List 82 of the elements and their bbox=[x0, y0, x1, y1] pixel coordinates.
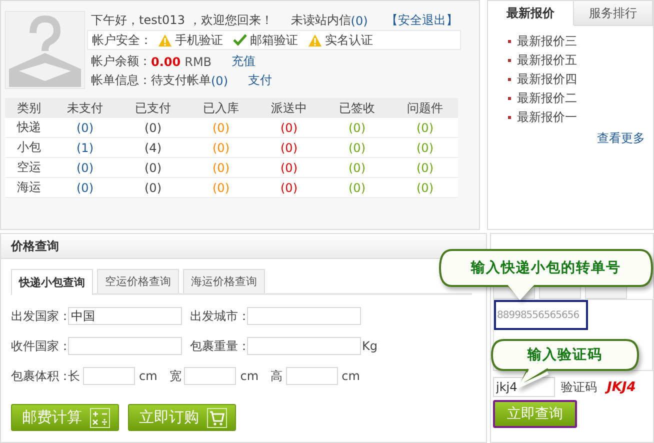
input-field[interactable] bbox=[286, 367, 338, 385]
news-link[interactable]: 最新报价四 bbox=[517, 71, 577, 88]
column-header: 派送中 bbox=[270, 100, 308, 116]
panel-title: 价格查询 bbox=[1, 234, 486, 259]
input-field[interactable] bbox=[184, 367, 236, 385]
unit-label: cm bbox=[342, 369, 360, 383]
avatar-placeholder-icon bbox=[5, 11, 85, 89]
input-field[interactable] bbox=[68, 337, 182, 355]
unit-label: cm bbox=[240, 369, 259, 383]
field-label: 出发国家： bbox=[11, 308, 68, 324]
bills-label: 帐单信息：待支付帐单 bbox=[91, 72, 211, 89]
calculator-icon bbox=[90, 408, 110, 428]
bullet-icon bbox=[508, 78, 511, 81]
news-link[interactable]: 最新报价三 bbox=[517, 33, 577, 50]
column-header: 已签收 bbox=[338, 100, 376, 116]
dimension-label: 高 bbox=[270, 368, 283, 384]
security-item: 实名认证 bbox=[325, 32, 373, 48]
captcha-field[interactable]: jkj4 bbox=[493, 377, 555, 397]
input-field[interactable] bbox=[247, 337, 361, 355]
pay-link[interactable]: 支付 bbox=[248, 72, 272, 89]
count-link[interactable]: (4) bbox=[119, 140, 187, 154]
balance-label: 帐户余额： bbox=[91, 53, 151, 70]
table-cell-text: 空运 bbox=[16, 159, 42, 176]
table-cell-text: 小包 bbox=[16, 139, 42, 156]
bullet-icon bbox=[508, 116, 511, 119]
input-field[interactable] bbox=[247, 307, 361, 325]
bullet-icon bbox=[508, 97, 511, 100]
greeting-text: 下午好，test013 ，欢迎您回来！ bbox=[91, 12, 273, 29]
table-cell-text: 快递 bbox=[16, 119, 42, 136]
field-label: 包裹体积： bbox=[11, 368, 68, 384]
count-link[interactable]: (0) bbox=[119, 180, 187, 194]
dimension-label: 宽 bbox=[169, 368, 182, 384]
bills-count-link[interactable]: (0) bbox=[211, 74, 228, 88]
unit-label: cm bbox=[139, 369, 158, 383]
count-link[interactable]: (0) bbox=[119, 120, 187, 134]
table-cell-text: 海运 bbox=[16, 179, 42, 196]
tooltip-text: 输入快递小包的转单号 bbox=[471, 259, 621, 277]
count-link[interactable]: (0) bbox=[255, 120, 323, 134]
count-link[interactable]: (0) bbox=[51, 180, 119, 194]
security-label: 帐户安全： bbox=[92, 32, 152, 48]
field-label: 出发城市： bbox=[190, 308, 247, 324]
query-tab[interactable]: 海运价格查询 bbox=[183, 269, 265, 293]
logout-link[interactable]: 【安全退出】 bbox=[386, 12, 458, 29]
bullet-icon bbox=[508, 40, 511, 43]
currency-label: RMB bbox=[184, 54, 212, 68]
query-tab[interactable]: 空运价格查询 bbox=[97, 269, 179, 293]
more-link[interactable]: 查看更多 bbox=[597, 130, 653, 147]
count-link[interactable]: (0) bbox=[119, 160, 187, 174]
captcha-label: 验证码 bbox=[561, 378, 597, 396]
column-header: 已支付 bbox=[134, 100, 172, 116]
unread-count-link[interactable]: (0) bbox=[350, 14, 368, 28]
column-header: 已入库 bbox=[202, 100, 240, 116]
tooltip-text: 输入验证码 bbox=[528, 346, 602, 364]
bullet-icon bbox=[508, 59, 511, 62]
unread-label: 未读站内信 bbox=[290, 12, 351, 29]
dimension-label: 长 bbox=[68, 368, 80, 384]
query-tab[interactable]: 快递小包查询 bbox=[11, 269, 93, 295]
balance-amount: 0.00 bbox=[151, 54, 181, 68]
column-header: 问题件 bbox=[406, 100, 444, 116]
tracking-number-field[interactable]: 88998556565656 bbox=[494, 300, 588, 330]
count-link[interactable]: (0) bbox=[51, 120, 119, 134]
recharge-link[interactable]: 充值 bbox=[232, 53, 256, 70]
input-field[interactable]: 中国 bbox=[68, 307, 182, 325]
captcha-code: JKJ4 bbox=[607, 380, 636, 394]
news-link[interactable]: 最新报价二 bbox=[517, 90, 577, 107]
news-link[interactable]: 最新报价一 bbox=[517, 109, 577, 126]
field-label: 收件国家： bbox=[11, 338, 68, 354]
unit-label: Kg bbox=[362, 339, 378, 353]
count-link[interactable]: (0) bbox=[51, 160, 119, 174]
news-tab[interactable]: 服务排行 bbox=[574, 1, 653, 26]
count-link[interactable]: (1) bbox=[51, 140, 119, 154]
news-link[interactable]: 最新报价五 bbox=[517, 52, 577, 69]
count-link[interactable]: (0) bbox=[255, 160, 323, 174]
field-label: 包裹重量： bbox=[190, 338, 247, 354]
count-link[interactable]: (0) bbox=[255, 140, 323, 154]
input-field[interactable] bbox=[83, 367, 135, 385]
cart-icon bbox=[207, 408, 227, 428]
column-header: 未支付 bbox=[66, 100, 104, 116]
security-item: 邮箱验证 bbox=[250, 32, 298, 48]
column-header: 类别 bbox=[16, 100, 42, 116]
count-link[interactable]: (0) bbox=[255, 180, 323, 194]
security-item: 手机验证 bbox=[175, 32, 223, 48]
